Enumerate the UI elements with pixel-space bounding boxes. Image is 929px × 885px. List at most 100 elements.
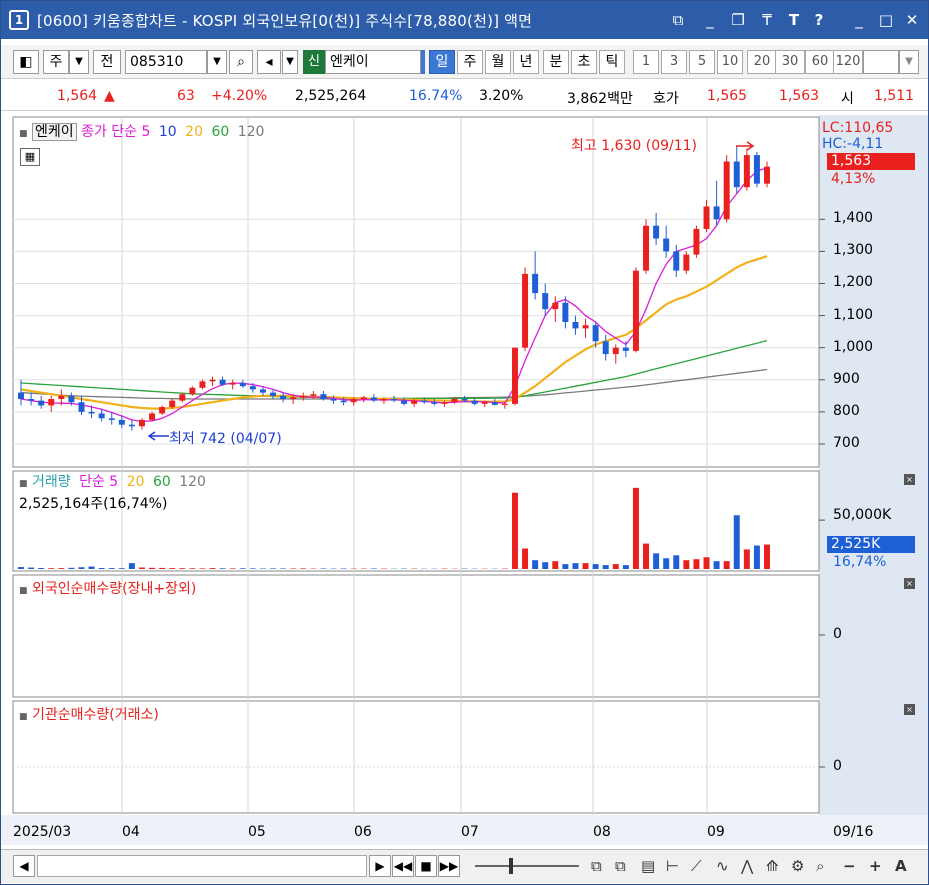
auto-scale-icon[interactable]: A <box>895 857 907 875</box>
trading-amount: 3,862백만 <box>567 91 633 107</box>
volume-ma-label: 단순 <box>79 474 105 490</box>
interval-3[interactable]: 10 <box>717 50 743 74</box>
zoom-in-icon[interactable]: + <box>869 857 882 875</box>
interval-7[interactable]: 120 <box>833 50 863 74</box>
low-annotation: 최저 742 (04/07) <box>169 431 282 447</box>
volume-bar-67 <box>693 559 700 569</box>
cascade-icon[interactable]: ❐ <box>728 9 748 31</box>
forward-icon[interactable]: ▶▶ <box>438 855 460 877</box>
period-0[interactable]: 일 <box>429 50 455 74</box>
interval-0[interactable]: 1 <box>633 50 659 74</box>
wave-icon[interactable]: ∿ <box>716 857 729 875</box>
layout-icon[interactable]: ◧ <box>13 50 39 74</box>
candle-body-20 <box>219 379 226 385</box>
volume-bar-12 <box>138 567 145 569</box>
volume-close-icon[interactable]: × <box>904 474 915 485</box>
interval-4[interactable]: 20 <box>747 50 777 74</box>
inst-close-icon[interactable]: × <box>904 704 915 715</box>
stock-name-field[interactable]: 엔케이 <box>325 50 421 74</box>
rewind-icon[interactable]: ◀◀ <box>392 855 414 877</box>
period-1[interactable]: 주 <box>457 50 483 74</box>
cross-icon[interactable]: ⊢ <box>666 857 679 875</box>
prefix-button[interactable]: 전 <box>93 50 121 74</box>
settings-icon[interactable]: ⚙ <box>791 857 804 875</box>
zoom-out-icon[interactable]: − <box>843 857 856 875</box>
volume-bar-28 <box>300 568 307 569</box>
help-icon[interactable]: ? <box>809 9 829 31</box>
current-price: 1,564 <box>57 88 98 104</box>
speaker-dropdown-icon[interactable]: ▼ <box>282 50 298 74</box>
inst-zero-label: 0 <box>833 758 842 774</box>
candle-body-69 <box>713 206 720 220</box>
trend-icon[interactable]: ⟋ <box>691 857 702 875</box>
search-icon[interactable]: ⌕ <box>229 50 253 74</box>
extra-field[interactable] <box>863 50 899 74</box>
close-button[interactable]: ✕ <box>902 9 922 31</box>
open-price: 1,511 <box>874 88 915 104</box>
line-icon[interactable]: ⋀ <box>741 857 753 875</box>
play-icon[interactable]: ▶ <box>369 855 391 877</box>
interval-2[interactable]: 5 <box>689 50 715 74</box>
maximize-button[interactable]: □ <box>876 9 896 31</box>
price-change: 63 <box>177 88 195 104</box>
zoom-slider[interactable] <box>475 865 579 867</box>
candle-body-62 <box>643 225 650 271</box>
minimize-line-icon[interactable]: _ <box>700 9 720 31</box>
interval-6[interactable]: 60 <box>805 50 835 74</box>
volume-current-tag: 2,525K <box>827 536 915 553</box>
foreign-close-icon[interactable]: × <box>904 578 915 589</box>
candle-body-34 <box>360 397 367 400</box>
hc-label: HC:-4,11 <box>822 136 884 152</box>
candle-body-68 <box>703 206 710 229</box>
candle-body-46 <box>481 402 488 404</box>
chart-window: 1 [0600] 키움종합차트 - KOSPI 외국인보유[0(천)] 주식수[… <box>0 0 929 885</box>
volume-bar-59 <box>612 564 619 569</box>
candle-body-39 <box>411 400 418 404</box>
grid-icon[interactable]: ▤ <box>641 857 655 875</box>
magnify-icon[interactable]: ⌕ <box>816 857 824 875</box>
price-panel-name[interactable]: 엔케이 <box>31 123 77 141</box>
text-T-icon[interactable]: T <box>784 9 804 31</box>
stop-icon[interactable]: ■ <box>415 855 437 877</box>
vol-ma20: 20 <box>126 474 145 490</box>
layout-2-icon[interactable]: ⧉ <box>615 857 626 875</box>
candle-body-47 <box>491 402 498 405</box>
current-price-tag: 1,563 <box>827 153 915 170</box>
scroll-left-icon[interactable]: ◀ <box>13 855 35 877</box>
period-6[interactable]: 틱 <box>599 50 625 74</box>
candle-body-15 <box>169 400 176 408</box>
candle-body-50 <box>522 273 529 348</box>
candle-body-28 <box>300 395 307 398</box>
chart-area[interactable]: ■ 엔케이 종가 단순 5 10 20 60 120 ▦ 최고 1,630 (0… <box>1 115 928 845</box>
zoom-slider-thumb[interactable] <box>509 858 513 874</box>
interval-5[interactable]: 30 <box>775 50 805 74</box>
fib-icon[interactable]: ⟰ <box>766 857 779 875</box>
volume-bar-68 <box>703 557 710 569</box>
restore-link-icon[interactable]: ⧉ <box>668 9 688 31</box>
ma60-period: 60 <box>211 124 230 140</box>
period-5[interactable]: 초 <box>571 50 597 74</box>
scroll-track[interactable] <box>37 855 367 877</box>
stock-code-input[interactable]: 085310 <box>125 50 207 74</box>
speaker-icon[interactable]: ◂ <box>257 50 281 74</box>
period-3[interactable]: 년 <box>513 50 539 74</box>
volume-bar-8 <box>98 568 105 569</box>
code-type-select[interactable]: 주 <box>43 50 69 74</box>
x-label-2: 05 <box>248 824 266 840</box>
candle-body-64 <box>663 238 670 252</box>
stock-code-dropdown-icon[interactable]: ▼ <box>207 50 227 74</box>
interval-1[interactable]: 3 <box>661 50 687 74</box>
period-4[interactable]: 분 <box>543 50 569 74</box>
pin-icon[interactable]: ₸ <box>757 9 777 31</box>
extra-dropdown-icon[interactable]: ▼ <box>899 50 919 74</box>
layout-1-icon[interactable]: ⧉ <box>591 857 602 875</box>
price-tick-4: 1,000 <box>833 338 874 355</box>
grid-table-icon[interactable]: ▦ <box>20 148 40 166</box>
candle-body-72 <box>743 155 750 188</box>
period-2[interactable]: 월 <box>485 50 511 74</box>
minimize-button[interactable]: _ <box>849 9 869 31</box>
candle-body-13 <box>149 413 156 420</box>
candle-body-38 <box>401 400 408 404</box>
code-type-dropdown-icon[interactable]: ▼ <box>69 50 89 74</box>
title-bar[interactable]: 1 [0600] 키움종합차트 - KOSPI 외국인보유[0(천)] 주식수[… <box>1 1 928 39</box>
